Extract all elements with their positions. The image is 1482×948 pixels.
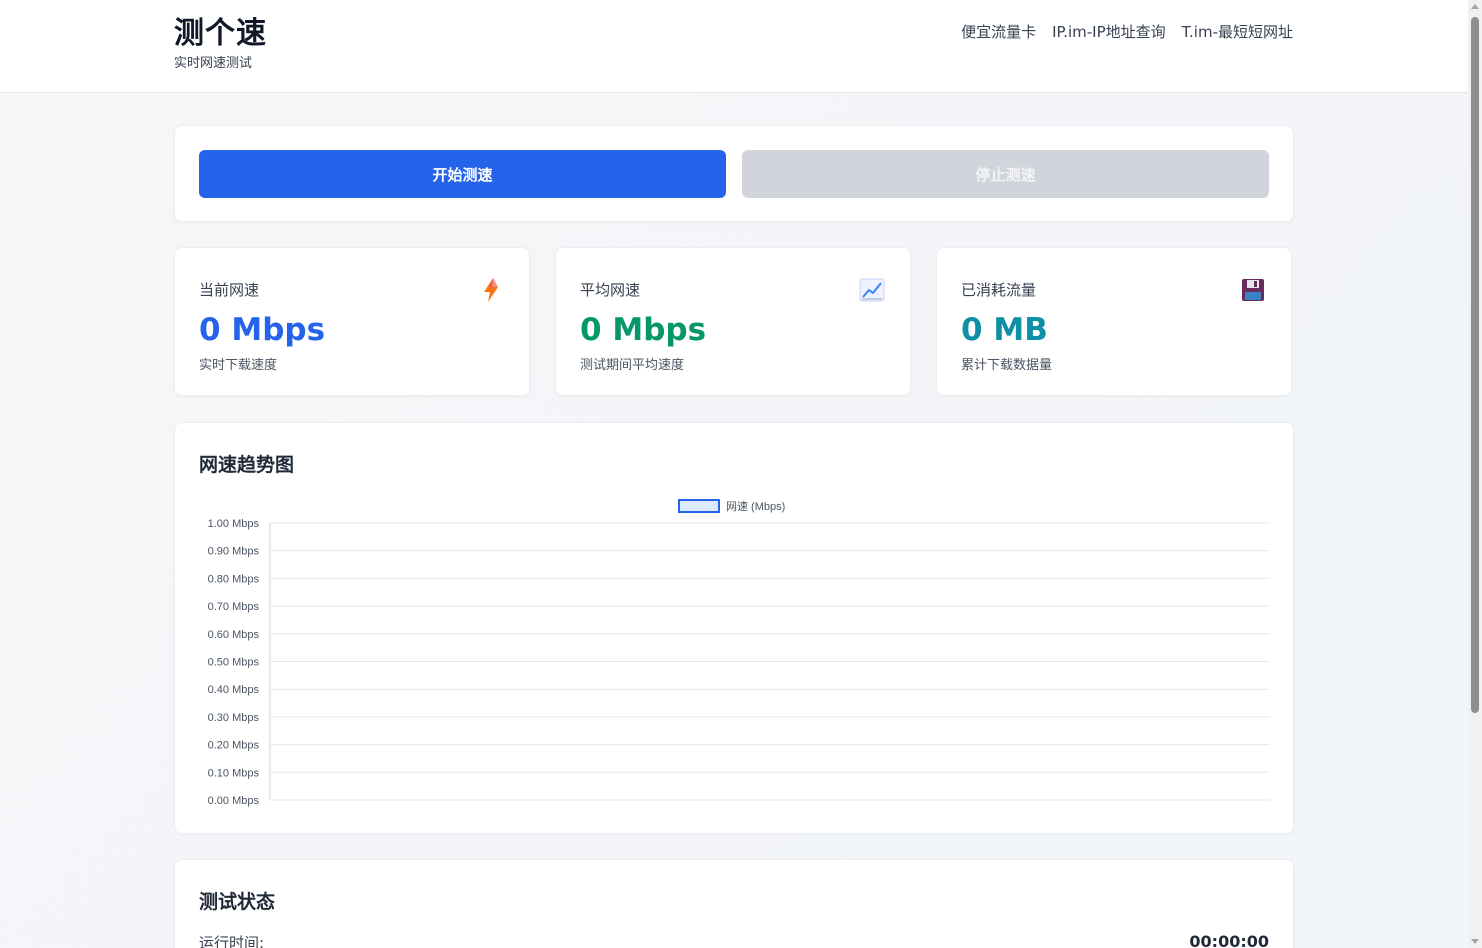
- stat-card-average-speed: 平均网速 0 Mbps 测试期间平均速度: [555, 247, 911, 396]
- stat-card-data-consumed: 已消耗流量 0 MB 累计下载数据量: [936, 247, 1292, 396]
- stat-label: 当前网速: [199, 281, 260, 299]
- test-status-card: 测试状态 运行时间: 00:00:00: [174, 859, 1294, 948]
- scroll-down-arrow-icon[interactable]: [1471, 939, 1479, 944]
- chart-legend-label: 网速 (Mbps): [726, 500, 785, 513]
- stat-label: 已消耗流量: [961, 281, 1037, 299]
- site-title[interactable]: 测个速: [174, 16, 267, 52]
- scroll-up-arrow-icon[interactable]: [1471, 4, 1479, 9]
- chart-y-tick-label: 1.00 Mbps: [208, 518, 260, 530]
- stat-value: 0 Mbps: [199, 312, 326, 348]
- nav-link-cheap-data-card[interactable]: 便宜流量卡: [961, 22, 1036, 42]
- speed-trend-chart: 0.00 Mbps 0.10 Mbps 0.20 Mbps 0.30 Mbps 0.40…: [208, 499, 1270, 807]
- stat-card-current-speed: 当前网速 0 Mbps 实时下载速度: [174, 247, 530, 396]
- nav-link-ip-lookup[interactable]: IP.im-IP地址查询: [1052, 22, 1166, 42]
- status-section-title: 测试状态: [199, 891, 276, 913]
- scroll-thumb[interactable]: [1471, 17, 1479, 713]
- chart-line-icon: [859, 278, 885, 302]
- brand[interactable]: 测个速 实时网速测试: [174, 16, 267, 72]
- stop-test-button[interactable]: 停止测速: [742, 150, 1269, 198]
- page-scrollbar[interactable]: [1468, 0, 1482, 948]
- chart-y-tick-label: 0.60 Mbps: [208, 629, 260, 641]
- stat-sub: 测试期间平均速度: [580, 358, 685, 373]
- runtime-value: 00:00:00: [1189, 932, 1269, 948]
- controls-card: 开始测速 停止测速: [174, 125, 1294, 222]
- stat-sub: 累计下载数据量: [961, 358, 1053, 373]
- nav-link-short-url[interactable]: T.im-最短短网址: [1182, 22, 1293, 42]
- top-nav: 便宜流量卡 IP.im-IP地址查询 T.im-最短短网址: [961, 22, 1293, 42]
- chart-y-tick-label: 0.70 Mbps: [208, 601, 260, 613]
- start-test-button[interactable]: 开始测速: [199, 150, 726, 198]
- site-subtitle: 实时网速测试: [174, 56, 253, 71]
- chart-y-tick-label: 0.10 Mbps: [208, 767, 260, 779]
- stat-value: 0 Mbps: [580, 312, 707, 348]
- stat-sub: 实时下载速度: [199, 358, 278, 373]
- chart-y-tick-label: 0.50 Mbps: [208, 657, 260, 669]
- floppy-disk-icon: [1242, 279, 1264, 301]
- chart-y-tick-label: 0.30 Mbps: [208, 712, 260, 724]
- app-header: 测个速 实时网速测试 便宜流量卡 IP.im-IP地址查询 T.im-最短短网址: [0, 0, 1468, 93]
- stat-label: 平均网速: [580, 281, 641, 299]
- chart-y-tick-label: 0.90 Mbps: [208, 546, 260, 558]
- chart-y-tick-label: 0.00 Mbps: [208, 795, 260, 807]
- stat-value: 0 MB: [961, 312, 1048, 348]
- chart-y-tick-label: 0.80 Mbps: [208, 573, 260, 585]
- speed-trend-chart-card: 网速趋势图 0.00 Mbps 0.10 Mbps 0.20 Mbps 0.30 Mb…: [174, 422, 1294, 834]
- chart-legend-swatch: [678, 499, 720, 513]
- chart-y-tick-label: 0.40 Mbps: [208, 684, 260, 696]
- lightning-icon: [484, 278, 498, 302]
- runtime-label: 运行时间:: [199, 934, 265, 948]
- chart-y-tick-label: 0.20 Mbps: [208, 740, 260, 752]
